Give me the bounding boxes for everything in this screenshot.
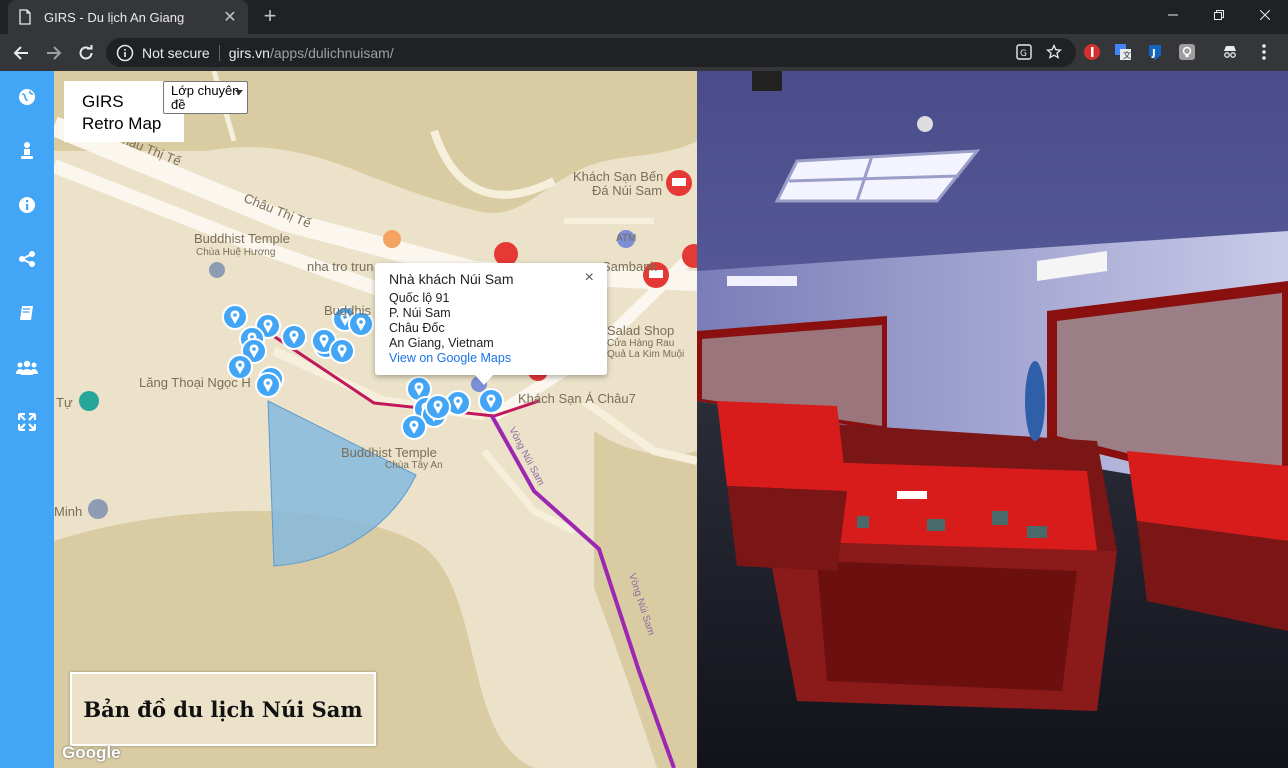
poi-label: Salad Shop [607, 323, 675, 338]
poi-sublabel: Chùa Tây An [385, 460, 443, 471]
google-translate-extension-icon[interactable]: 文 [1113, 42, 1133, 62]
info-icon[interactable] [116, 44, 134, 62]
popup-address-line: P. Núi Sam [389, 306, 451, 320]
map-pin-icon[interactable] [478, 388, 504, 414]
tab-title: GIRS - Du lịch An Giang [44, 9, 185, 25]
popup-address-line: Châu Đốc [389, 321, 445, 335]
forward-arrow-icon [47, 46, 62, 60]
panorama-view[interactable] [697, 71, 1288, 768]
omnibox-divider [218, 44, 220, 61]
bookmark-star-icon[interactable] [1046, 44, 1062, 60]
address-bar[interactable]: Not secure girs.vn /apps/dulichnuisam/ G [106, 38, 1076, 67]
tab-close-icon[interactable]: ✕ [222, 7, 238, 27]
poi-label: ATM [616, 233, 637, 244]
info-icon [19, 197, 35, 213]
map-pin-icon[interactable] [255, 372, 281, 398]
incognito-icon[interactable] [1220, 42, 1240, 62]
poi-label: Buddhist Temple [341, 445, 437, 460]
back-button[interactable] [8, 40, 34, 66]
back-arrow-icon [13, 46, 28, 60]
document-icon [19, 9, 31, 25]
popup-address-line: An Giang, Vietnam [389, 336, 494, 350]
map-pin-icon[interactable] [425, 394, 451, 420]
sidebar-item-info[interactable] [0, 190, 54, 220]
maximize-button[interactable] [1196, 0, 1242, 30]
reload-icon [79, 45, 93, 60]
sidebar-item-book[interactable] [0, 298, 54, 328]
close-window-button[interactable] [1242, 0, 1288, 30]
poi-sublabel: Quả La Kim Muội [607, 349, 685, 360]
reload-button[interactable] [73, 40, 99, 66]
sidebar-item-share[interactable] [0, 244, 54, 274]
group-icon [16, 360, 38, 375]
layer-select-value: Lớp chuyên đề [171, 83, 240, 112]
adblock-extension-icon[interactable] [1082, 42, 1102, 62]
bulb-extension-icon[interactable] [1177, 42, 1197, 62]
forward-button[interactable] [41, 40, 67, 66]
map-pin-icon[interactable] [329, 338, 355, 364]
svg-text:J: J [1151, 48, 1156, 59]
view-on-google-maps-link[interactable]: View on Google Maps [389, 351, 593, 366]
translate-icon[interactable]: G [1016, 44, 1032, 60]
fullscreen-icon [18, 413, 36, 431]
sidebar-item-group[interactable] [0, 353, 54, 383]
layer-select-dropdown[interactable]: Lớp chuyên đề [163, 81, 248, 114]
poi-sublabel: Chùa Huệ Hương [196, 247, 276, 258]
map-view[interactable]: Châu Thị Tế Châu Thị Tế Buddhist Temple … [54, 71, 697, 768]
close-icon[interactable]: × [585, 270, 594, 286]
svg-text:文: 文 [1123, 50, 1131, 60]
chevron-down-icon [235, 90, 243, 95]
popup-title: Nhà khách Núi Sam [389, 271, 514, 287]
browser-toolbar: Not secure girs.vn /apps/dulichnuisam/ G… [0, 34, 1288, 71]
sidebar-item-map[interactable] [0, 82, 54, 112]
poi-label: Tự [56, 395, 73, 410]
tab-strip: GIRS - Du lịch An Giang ✕ + [0, 0, 1288, 34]
new-tab-button[interactable]: + [258, 5, 282, 29]
poi-label: Sambank [602, 259, 657, 274]
map-title: Bản đồ du lịch Núi Sam [70, 672, 376, 746]
map-pin-icon[interactable] [401, 414, 427, 440]
map-pin-icon[interactable] [222, 304, 248, 330]
svg-text:G: G [1020, 49, 1027, 59]
sidebar-item-person[interactable] [0, 136, 54, 166]
minimize-button[interactable] [1150, 0, 1196, 30]
browser-tab[interactable]: GIRS - Du lịch An Giang ✕ [8, 0, 248, 34]
poi-label: Đá Núi Sam [592, 183, 663, 198]
sidebar-item-fullscreen[interactable] [0, 407, 54, 437]
security-label: Not secure [142, 44, 210, 61]
menu-kebab-icon[interactable] [1254, 42, 1274, 62]
poi-label: Khách Sạn Bến [573, 169, 664, 184]
url-host: girs.vn [228, 44, 270, 61]
person-icon [21, 142, 33, 159]
j-extension-icon[interactable]: J [1145, 42, 1165, 62]
poi-label: Buddhis [324, 303, 371, 318]
poi-label: nha tro trun [307, 259, 374, 274]
poi-label: Minh [54, 504, 83, 519]
museum-panorama-image[interactable] [697, 71, 1288, 768]
poi-label: Lăng Thoại Ngọc H [139, 375, 251, 390]
globe-icon [19, 89, 35, 105]
book-icon [20, 306, 33, 320]
url-path: /apps/dulichnuisam/ [269, 44, 394, 61]
poi-sublabel: Cửa Hàng Rau [607, 338, 675, 349]
info-popup: Nhà khách Núi Sam × Quốc lộ 91 P. Núi Sa… [375, 263, 607, 385]
hotel-icon [672, 178, 686, 186]
map-pin-icon[interactable] [281, 324, 307, 350]
app-logo-text: GIRS Retro Map [82, 92, 162, 133]
popup-address-line: Quốc lộ 91 [389, 291, 450, 305]
app-sidebar [0, 71, 54, 768]
poi-label: Khách Sạn Á Châu7 [518, 391, 636, 406]
poi-label: Buddhist Temple [194, 231, 290, 246]
google-logo: Google [62, 743, 121, 762]
share-icon [19, 251, 35, 267]
